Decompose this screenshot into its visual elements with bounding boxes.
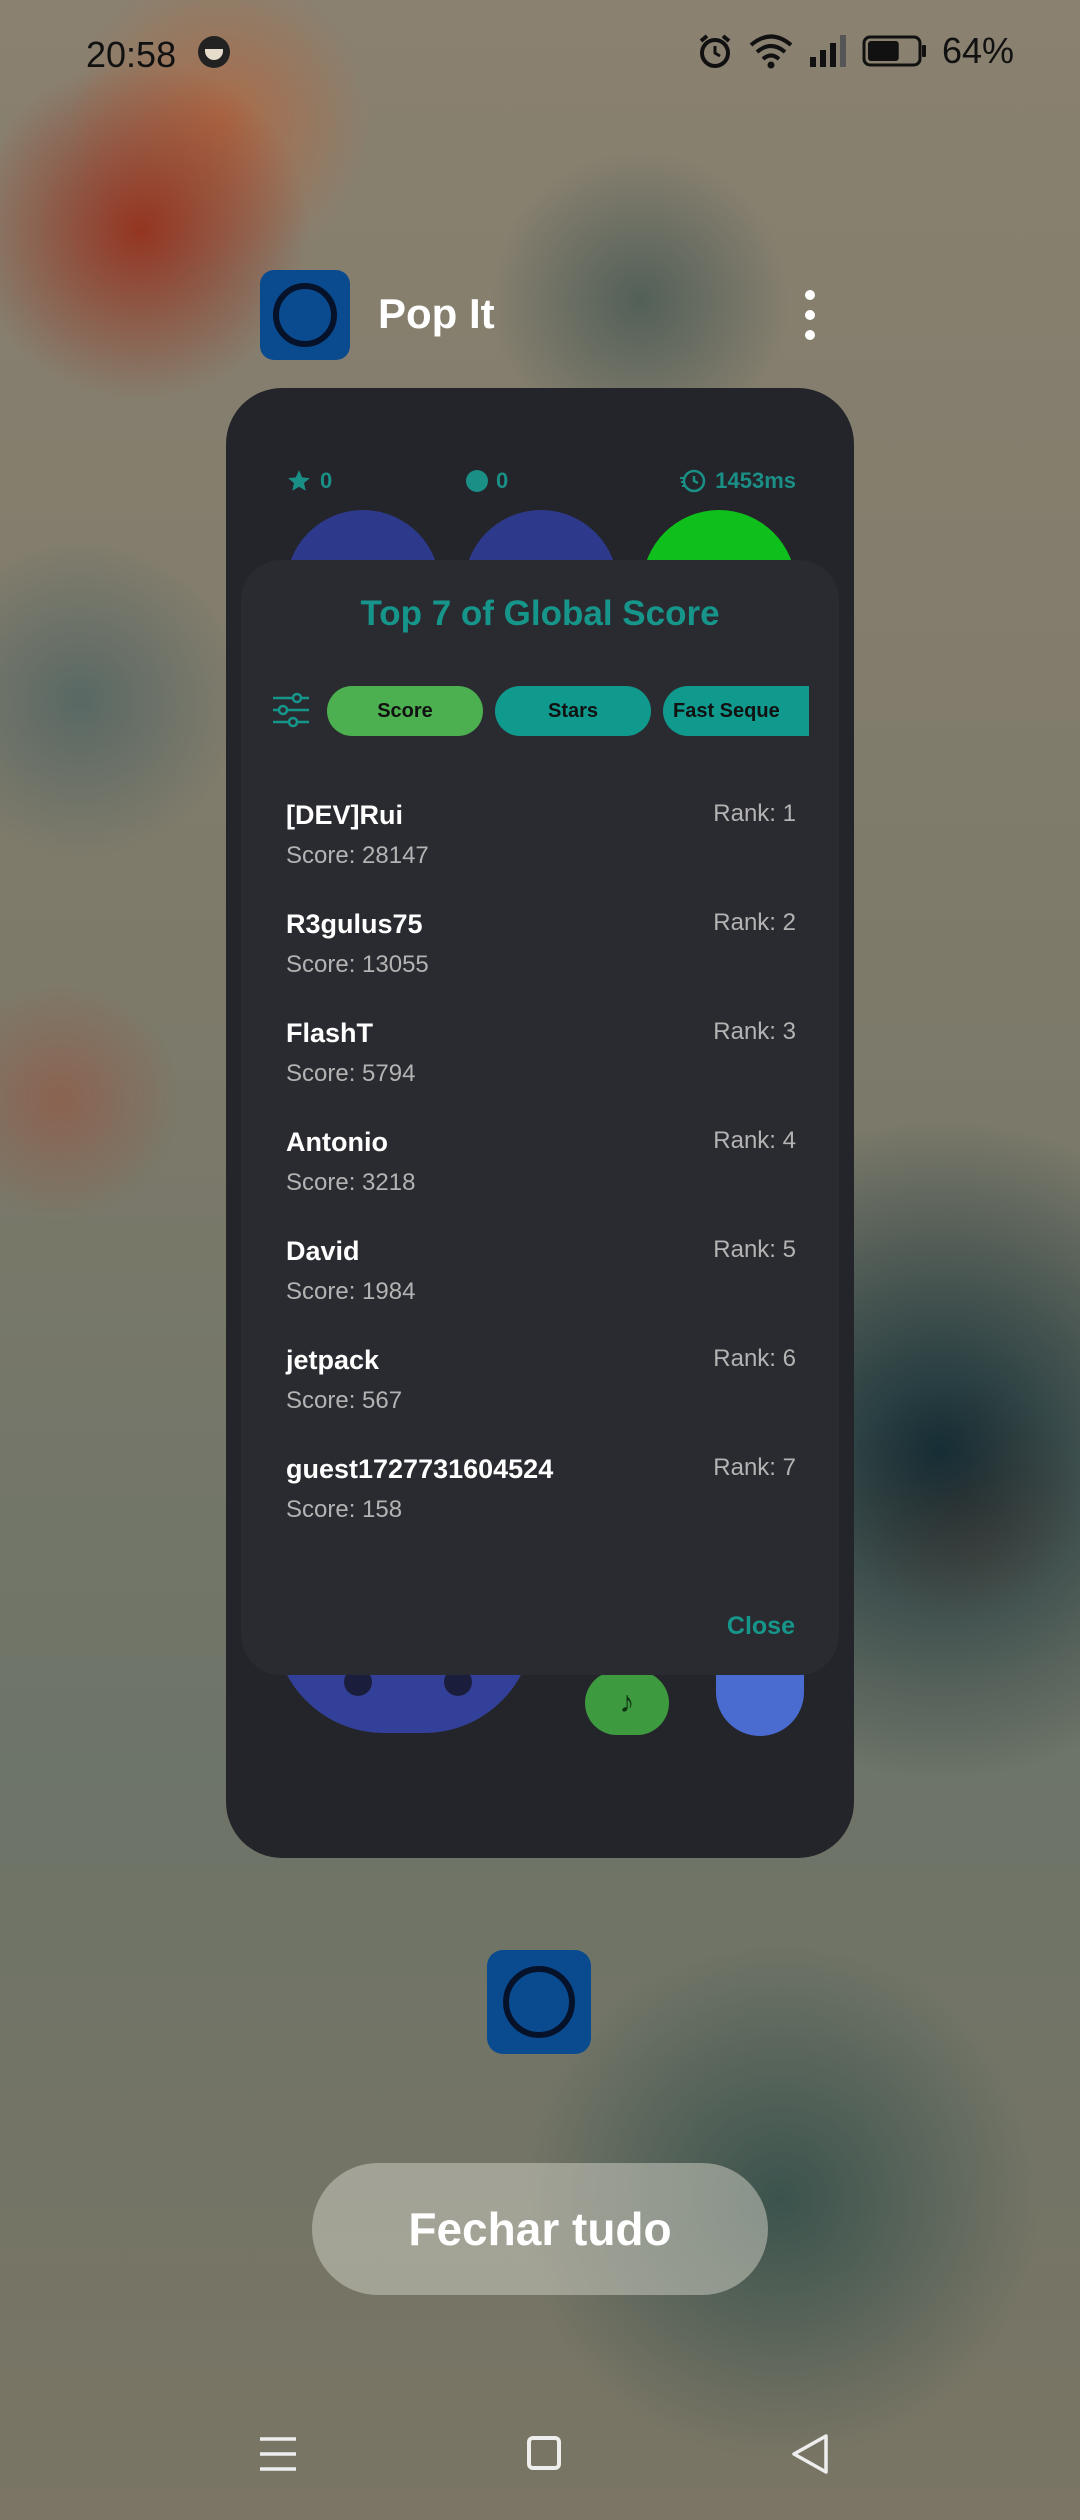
list-item: FlashT Score: 5794 Rank: 3 [286, 1018, 796, 1127]
game-stats: 0 0 1453ms [286, 468, 796, 508]
star-icon [288, 470, 310, 491]
circle-icon [466, 470, 488, 492]
player-rank: Rank: 5 [713, 1236, 796, 1263]
alarm-icon [699, 34, 731, 68]
time-value: 1453ms [715, 468, 796, 493]
leaderboard-dialog: Top 7 of Global Score Score Stars Fast S… [241, 560, 839, 1675]
navigation-bar [0, 2410, 1080, 2520]
player-rank: Rank: 1 [713, 800, 796, 827]
signal-icon [809, 35, 846, 67]
player-name: David [286, 1236, 360, 1266]
back-icon[interactable] [790, 2432, 830, 2476]
time-stat: 1453ms [679, 468, 796, 494]
battery-percent: 64% [941, 30, 1014, 71]
list-item: David Score: 1984 Rank: 5 [286, 1236, 796, 1345]
wifi-icon [749, 34, 793, 69]
leaderboard-list: [DEV]Rui Score: 28147 Rank: 1 R3gulus75 … [286, 800, 796, 1563]
ring-icon [273, 283, 337, 347]
pop-it-app-icon[interactable] [487, 1950, 591, 2054]
pops-stat: 0 [466, 468, 508, 494]
player-score: Score: 158 [286, 1496, 403, 1523]
player-score: Score: 28147 [286, 842, 429, 869]
close-all-button[interactable]: Fechar tudo [312, 2163, 768, 2295]
player-score: Score: 3218 [286, 1169, 416, 1196]
player-name: FlashT [286, 1018, 374, 1048]
filter-sliders-icon[interactable] [271, 690, 311, 730]
player-name: jetpack [286, 1345, 380, 1375]
history-icon [680, 469, 706, 493]
status-icons: 64% [696, 30, 1014, 72]
player-score: Score: 1984 [286, 1278, 416, 1305]
player-name: R3gulus75 [286, 909, 423, 939]
chip-score[interactable]: Score [327, 686, 483, 736]
list-item: guest1727731604524 Score: 158 Rank: 7 [286, 1454, 796, 1563]
music-button: ♪ [585, 1671, 669, 1735]
chip-stars[interactable]: Stars [495, 686, 651, 736]
player-rank: Rank: 4 [713, 1127, 796, 1154]
list-item: [DEV]Rui Score: 28147 Rank: 1 [286, 800, 796, 909]
recents-menu-icon[interactable] [258, 2434, 298, 2474]
battery-icon [862, 35, 926, 67]
face-icon [198, 36, 230, 68]
list-item: R3gulus75 Score: 13055 Rank: 2 [286, 909, 796, 1018]
player-rank: Rank: 2 [713, 909, 796, 936]
close-button[interactable]: Close [727, 1612, 795, 1641]
list-item: jetpack Score: 567 Rank: 6 [286, 1345, 796, 1454]
dialog-title: Top 7 of Global Score [360, 594, 720, 633]
recents-app-header: Pop It [260, 270, 820, 360]
player-name: Antonio [286, 1127, 388, 1157]
player-rank: Rank: 7 [713, 1454, 796, 1481]
ring-icon [503, 1966, 575, 2038]
list-item: Antonio Score: 3218 Rank: 4 [286, 1127, 796, 1236]
player-rank: Rank: 6 [713, 1345, 796, 1372]
chip-fast-sequence[interactable]: Fast Seque [663, 686, 809, 736]
stars-value: 0 [320, 468, 333, 493]
filter-chips: Score Stars Fast Seque [271, 686, 809, 738]
player-score: Score: 13055 [286, 951, 429, 978]
home-icon[interactable] [527, 2436, 561, 2470]
pops-value: 0 [496, 468, 509, 493]
app-title: Pop It [378, 290, 495, 337]
status-bar: 20:58 64% [0, 0, 1080, 110]
player-name: [DEV]Rui [286, 800, 403, 830]
stars-stat: 0 [286, 468, 332, 494]
player-name: guest1727731604524 [286, 1454, 554, 1484]
status-time: 20:58 [86, 34, 177, 75]
player-score: Score: 567 [286, 1387, 403, 1414]
player-rank: Rank: 3 [713, 1018, 796, 1045]
player-score: Score: 5794 [286, 1060, 416, 1087]
more-vert-icon[interactable] [800, 290, 820, 344]
pop-it-app-icon[interactable] [260, 270, 350, 360]
